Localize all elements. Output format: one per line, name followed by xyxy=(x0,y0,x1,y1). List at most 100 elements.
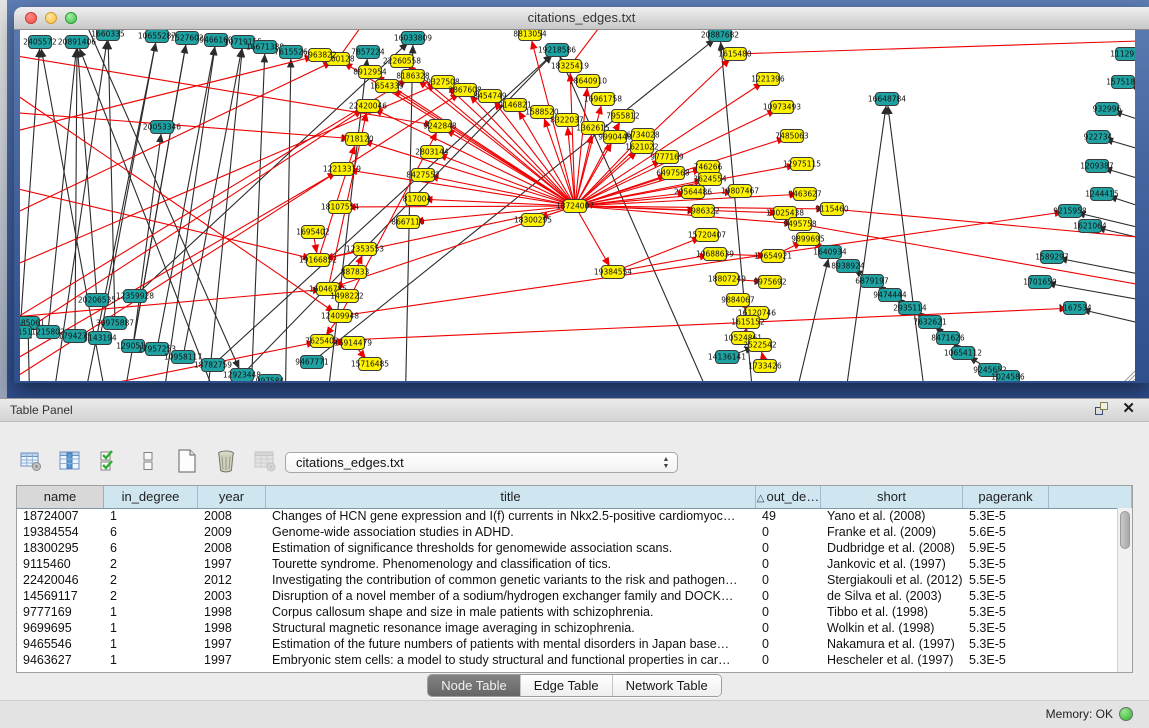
network-node[interactable]: 20206535 xyxy=(78,294,116,307)
network-edge[interactable] xyxy=(133,127,162,346)
table-row[interactable]: 969969511998Structural magnetic resonanc… xyxy=(17,620,1117,636)
table-row[interactable]: 977716911998Corpus callosum shape and si… xyxy=(17,604,1117,620)
table-vertical-scrollbar[interactable] xyxy=(1117,508,1132,672)
network-node[interactable]: 16914479 xyxy=(334,337,372,350)
network-edge[interactable] xyxy=(120,38,187,381)
network-node[interactable]: 12975115 xyxy=(783,158,821,171)
network-node[interactable]: 9495758 xyxy=(783,218,817,231)
network-edge[interactable] xyxy=(357,139,575,206)
network-node[interactable]: 1167534 xyxy=(1058,302,1092,315)
float-panel-icon[interactable] xyxy=(1095,402,1110,417)
network-node[interactable]: 1112954 xyxy=(1110,48,1135,61)
minimize-window-button[interactable] xyxy=(45,12,57,24)
network-edge[interactable] xyxy=(405,38,413,381)
network-node[interactable]: 12353553 xyxy=(346,243,384,256)
table-row[interactable]: 946554611997Estimation of the future num… xyxy=(17,636,1117,652)
network-edge[interactable] xyxy=(790,252,830,381)
network-edge[interactable] xyxy=(75,42,77,336)
network-node[interactable]: 6734028 xyxy=(626,129,660,142)
column-header-title[interactable]: title xyxy=(266,486,756,508)
column-header-in_degree[interactable]: in_degree xyxy=(104,486,198,508)
network-node[interactable]: 887833 xyxy=(341,266,370,279)
network-edge[interactable] xyxy=(387,86,575,206)
column-header-pagerank[interactable]: pagerank xyxy=(963,486,1049,508)
table-row[interactable]: 2242004622012Investigating the contribut… xyxy=(17,572,1117,588)
network-node[interactable]: 1695402 xyxy=(296,226,330,239)
network-edge[interactable] xyxy=(368,106,575,206)
network-node[interactable]: 1024586 xyxy=(991,371,1025,382)
network-node[interactable]: 7955812 xyxy=(606,110,640,123)
network-node[interactable]: 9975692 xyxy=(753,276,787,289)
network-node[interactable]: 19654921 xyxy=(754,250,792,263)
network-node[interactable]: 18107554 xyxy=(321,201,359,214)
network-node[interactable]: 8813054 xyxy=(513,30,547,41)
network-node[interactable]: 9777169 xyxy=(650,151,684,164)
network-node[interactable]: 9467771 xyxy=(295,356,329,369)
network-node[interactable]: 10654112 xyxy=(944,347,982,360)
new-table-icon[interactable] xyxy=(172,446,202,476)
table-selector-dropdown[interactable]: citations_edges.txt ▲▼ xyxy=(285,452,678,473)
network-node[interactable]: 8427552 xyxy=(406,169,440,182)
network-edge[interactable] xyxy=(340,211,1070,316)
network-edge[interactable] xyxy=(613,235,707,272)
network-edge[interactable] xyxy=(157,40,216,349)
network-node[interactable]: 1621064 xyxy=(1073,220,1107,233)
network-node[interactable]: 7485063 xyxy=(775,130,809,143)
scrollbar-thumb[interactable] xyxy=(1120,511,1130,549)
network-edge[interactable] xyxy=(735,40,1135,54)
network-edge[interactable] xyxy=(842,99,887,381)
network-graph[interactable]: 2405572208914061660335106552871527602946… xyxy=(20,30,1135,381)
network-node[interactable]: 12213319 xyxy=(323,163,361,176)
network-node[interactable]: 16033809 xyxy=(394,32,432,45)
network-node[interactable]: 19218586 xyxy=(538,44,576,57)
network-node[interactable]: 922734 xyxy=(1084,131,1113,144)
network-canvas[interactable]: 2405572208914061660335106552871527602946… xyxy=(20,30,1135,381)
network-node[interactable]: 19384554 xyxy=(594,266,632,279)
table-row[interactable]: 1938455462009Genome-wide association stu… xyxy=(17,524,1117,540)
delete-table-icon[interactable] xyxy=(211,446,241,476)
network-edge[interactable] xyxy=(440,126,575,206)
network-node[interactable]: 2935114 xyxy=(893,302,927,315)
tab-network-table[interactable]: Network Table xyxy=(612,675,721,696)
network-edge[interactable] xyxy=(887,99,928,381)
network-node[interactable]: 19166852 xyxy=(299,254,337,267)
network-edge[interactable] xyxy=(20,42,40,332)
window-resize-grip[interactable] xyxy=(1123,371,1135,381)
network-node[interactable]: 20053346 xyxy=(143,121,181,134)
network-node[interactable]: 7857224 xyxy=(351,46,385,59)
network-node[interactable]: 746266 xyxy=(694,161,723,174)
network-node[interactable]: 20887682 xyxy=(701,30,739,42)
table-row[interactable]: 1456911722003Disruption of a novel membe… xyxy=(17,588,1117,604)
table-row[interactable]: 1830029562008Estimation of significance … xyxy=(17,540,1117,556)
close-window-button[interactable] xyxy=(25,12,37,24)
network-node[interactable]: 2522542 xyxy=(743,339,777,352)
network-node[interactable]: 2405572 xyxy=(23,36,57,49)
network-node[interactable]: 16961758 xyxy=(584,93,622,106)
close-panel-icon[interactable]: ✕ xyxy=(1122,401,1135,417)
column-header-year[interactable]: year xyxy=(198,486,266,508)
network-node[interactable]: 1209387 xyxy=(1080,160,1114,173)
network-node[interactable]: 3624554 xyxy=(693,173,727,186)
network-edge[interactable] xyxy=(575,206,613,272)
network-edge[interactable] xyxy=(340,206,575,207)
network-node[interactable]: 1498222 xyxy=(330,290,364,303)
network-node[interactable]: 10807467 xyxy=(721,185,759,198)
network-node[interactable]: 1615480 xyxy=(718,48,752,61)
network-node[interactable]: 1221396 xyxy=(751,73,785,86)
network-node[interactable]: 22420046 xyxy=(349,100,387,113)
network-node[interactable]: 1143194 xyxy=(83,332,117,345)
network-node[interactable]: 2718120 xyxy=(340,133,374,146)
network-node[interactable]: 6497568 xyxy=(656,167,690,180)
network-node[interactable]: 1575187 xyxy=(1106,76,1135,89)
column-header-name[interactable]: name xyxy=(17,486,104,508)
network-node[interactable]: 22260558 xyxy=(383,55,421,68)
column-visibility-icon[interactable] xyxy=(55,446,85,476)
network-edge[interactable] xyxy=(48,42,77,332)
table-row[interactable]: 946362711997Embryonic stem cells: a mode… xyxy=(17,652,1117,668)
network-node[interactable]: 9474444 xyxy=(873,289,907,302)
network-node[interactable]: 18325419 xyxy=(551,60,589,73)
network-edge[interactable] xyxy=(20,110,357,139)
network-node[interactable]: 9115460 xyxy=(815,203,849,216)
table-settings-icon[interactable] xyxy=(16,446,46,476)
network-node[interactable]: 8938924 xyxy=(831,260,865,273)
